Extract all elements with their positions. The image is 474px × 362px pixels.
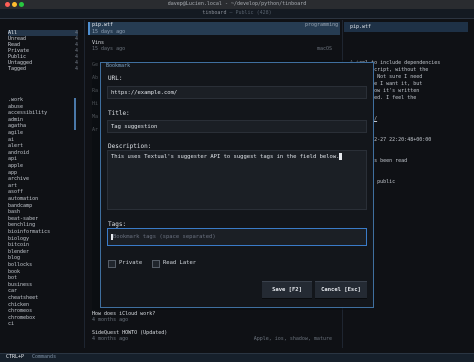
save-button[interactable]: Save [F2] [262,281,312,299]
description-label: Description: [108,143,152,150]
tag-item[interactable]: alert [8,143,72,149]
window-title: davep@Lucien.local - ~/develop/python/ti… [167,1,307,7]
cancel-button[interactable]: Cancel [Esc] [315,281,367,299]
close-window-button[interactable] [5,2,10,7]
selected-bookmark-row[interactable] [88,22,340,35]
command-palette-key[interactable]: CTRL+P [6,354,24,360]
tag-item[interactable]: benchling [8,222,72,228]
app-subtitle: Public (428) [235,10,272,16]
pane-divider [84,20,85,348]
tag-item[interactable]: agatha [8,123,72,129]
bookmark-date: 4 months ago [92,317,129,323]
tag-item[interactable]: book [8,269,72,275]
read-later-label: Read Later [163,260,197,266]
private-checkbox[interactable] [108,260,116,268]
bookmark-row[interactable]: How does iCloud work? 4 months ago [92,311,332,323]
details-title: pip.wtf [350,24,372,30]
title-field[interactable]: Tag suggestion [107,120,367,133]
text-cursor [339,153,343,160]
description-text: This uses Textual's suggester API to sug… [111,154,340,160]
tag-item[interactable]: app [8,170,72,176]
tag-item[interactable]: automation [8,196,72,202]
tag-item[interactable]: beat-saber [8,216,72,222]
zoom-window-button[interactable] [19,2,24,7]
tag-item[interactable]: apple [8,163,72,169]
tag-item[interactable]: art [8,183,72,189]
tag-list-scrollbar[interactable] [74,98,76,130]
tag-item[interactable]: asoff [8,189,72,195]
title-label: Title: [108,110,130,117]
bookmark-tags: Apple, ios, shadow, mature [253,336,332,342]
read-later-checkbox[interactable] [152,260,160,268]
tag-item[interactable]: chromeos [8,308,72,314]
tag-item[interactable]: business [8,282,72,288]
app-name: tinboard [202,10,227,16]
window-titlebar: davep@Lucien.local - ~/develop/python/ti… [0,0,474,9]
filter-count: 4 [74,66,78,72]
tag-item[interactable]: accessibility [8,110,72,116]
private-label: Private [119,260,143,266]
bookmark-tags: programming [305,22,339,28]
tag-item[interactable]: agile [8,130,72,136]
bookmark-row[interactable]: SideQuest HOWTO (Updated) 4 months ago A… [92,330,332,342]
tag-item[interactable]: ai [8,137,72,143]
tag-item[interactable]: blender [8,249,72,255]
tag-item[interactable]: biology [8,236,72,242]
tag-item[interactable]: android [8,150,72,156]
filter-item[interactable]: Tagged 4 [8,66,78,72]
tag-item[interactable]: bash [8,209,72,215]
bookmark-tags: macOS [316,46,332,52]
tag-item[interactable]: admin [8,117,72,123]
bookmark-date: 15 days ago [92,46,126,52]
tag-item[interactable]: api [8,156,72,162]
bookmark-row[interactable]: Vins 15 days ago macOS [92,40,332,52]
tag-item[interactable]: abuse [8,104,72,110]
tags-label: Tags: [108,221,127,228]
tag-item[interactable]: chromebox [8,315,72,321]
tag-item[interactable]: .work [8,97,72,103]
url-label: URL: [108,75,123,82]
tag-item[interactable]: archive [8,176,72,182]
url-field[interactable]: https://example.com/ [107,86,367,99]
tag-item[interactable]: cheatsheet [8,295,72,301]
description-field[interactable]: This uses Textual's suggester API to sug… [107,150,367,210]
command-palette-label[interactable]: Commands [32,354,56,360]
tag-item[interactable]: bandcamp [8,203,72,209]
minimize-window-button[interactable] [12,2,17,7]
tag-item[interactable]: bot [8,275,72,281]
tag-item[interactable]: ci [8,321,72,327]
tags-input[interactable]: Bookmark tags (space separated) [107,228,367,246]
tag-item[interactable]: bollocks [8,262,72,268]
bookmark-title: pip.wtf [92,22,114,28]
tag-item[interactable]: bioinformatics [8,229,72,235]
tag-item[interactable]: chicken [8,302,72,308]
tag-item[interactable]: car [8,288,72,294]
tags-placeholder: Bookmark tags (space separated) [113,234,216,240]
tag-item[interactable]: blog [8,255,72,261]
app-header-title: tinboard — Public (428) [202,10,272,16]
tag-item[interactable]: bitcoin [8,242,72,248]
dialog-title: Bookmark [106,63,131,69]
filter-label: Tagged [8,66,27,72]
bookmark-date: 15 days ago [92,29,126,35]
